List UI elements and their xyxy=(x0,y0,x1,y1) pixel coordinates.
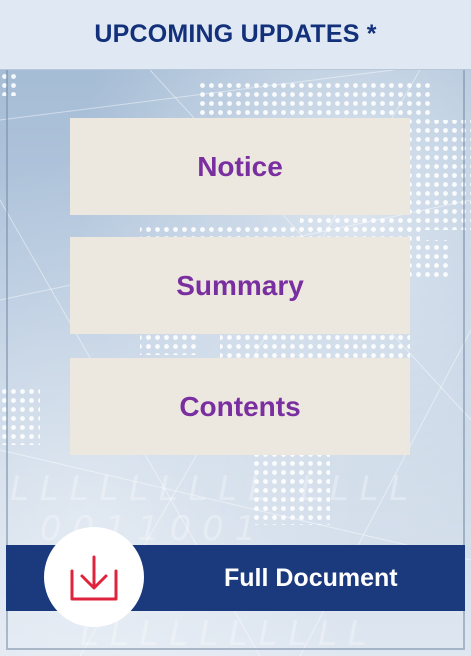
updates-panel: L L L L L L L L L 0 0 1 1 0 0 1 L L L L … xyxy=(0,0,471,656)
download-tray-icon xyxy=(70,555,118,601)
contents-button[interactable]: Contents xyxy=(70,358,410,455)
summary-button[interactable]: Summary xyxy=(70,237,410,334)
notice-button-label: Notice xyxy=(197,150,283,182)
download-icon-button[interactable] xyxy=(44,527,144,627)
summary-button-label: Summary xyxy=(176,269,304,301)
notice-button[interactable]: Notice xyxy=(70,118,410,215)
contents-button-label: Contents xyxy=(179,390,301,422)
header-bar: UPCOMING UPDATES * xyxy=(0,0,471,70)
header-title: UPCOMING UPDATES * xyxy=(94,20,377,48)
full-document-label: Full Document xyxy=(224,563,398,592)
